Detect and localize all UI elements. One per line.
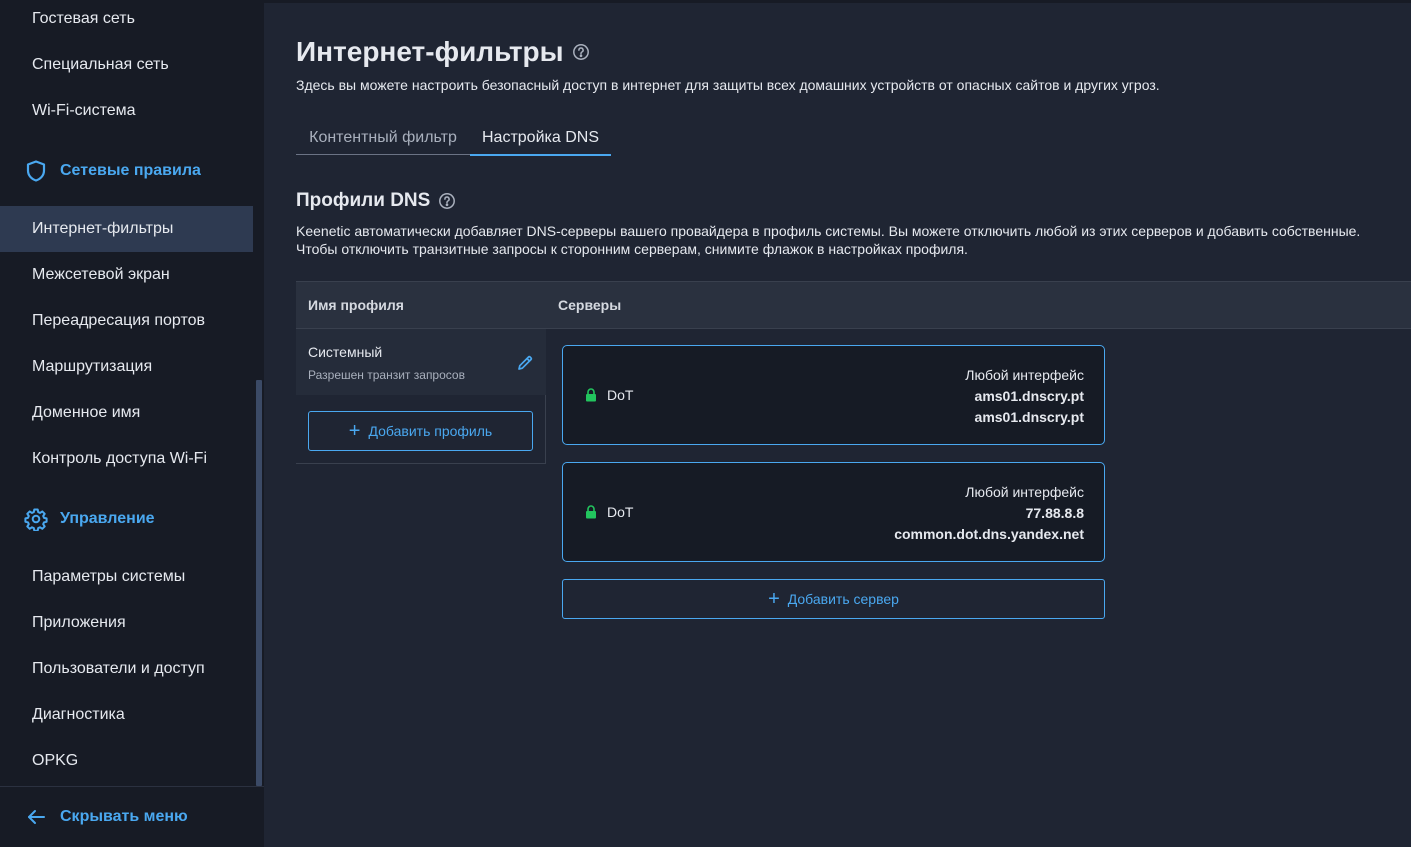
sidebar-item-label: Контроль доступа Wi-Fi [32,450,208,467]
lock-icon [585,505,597,519]
sidebar-item-special-network[interactable]: Специальная сеть [0,42,253,88]
sidebar-item-applications[interactable]: Приложения [0,600,253,646]
sidebar: Гостевая сеть Специальная сеть Wi-Fi-сис… [0,0,264,847]
sidebar-item-diagnostics[interactable]: Диагностика [0,692,253,738]
sidebar-item-wifi-system[interactable]: Wi-Fi-система [0,88,253,134]
help-icon[interactable] [572,43,590,61]
sidebar-item-users-access[interactable]: Пользователи и доступ [0,646,253,692]
dns-table-header: Имя профиля Серверы [296,281,1411,329]
pencil-icon[interactable] [516,354,534,372]
page-description: Здесь вы можете настроить безопасный дос… [296,77,1160,93]
server-name: ams01.dnscry.pt [974,409,1084,425]
top-divider [264,0,1411,3]
sidebar-item-label: Переадресация портов [32,312,205,329]
sidebar-section-label: Сетевые правила [60,162,201,179]
sidebar-item-opkg[interactable]: OPKG [0,738,253,784]
server-protocol: DoT [585,346,633,444]
dns-profiles-title: Профили DNS [296,190,456,212]
sidebar-item-port-forwarding[interactable]: Переадресация портов [0,298,253,344]
sidebar-item-wifi-access-control[interactable]: Контроль доступа Wi-Fi [0,436,253,482]
dns-profiles-title-text: Профили DNS [296,190,431,211]
scrollbar-thumb[interactable] [256,380,262,786]
sidebar-nav: Гостевая сеть Специальная сеть Wi-Fi-сис… [0,0,253,786]
column-header-servers: Серверы [558,297,622,313]
sidebar-item-label: Wi-Fi-система [32,102,136,119]
shield-icon [24,159,48,183]
plus-icon: + [768,588,780,610]
sidebar-item-label: OPKG [32,752,79,769]
lock-icon [585,388,597,402]
description-line: Keenetic автоматически добавляет DNS-сер… [296,223,1361,239]
server-address: ams01.dnscry.pt [974,388,1084,404]
description-line: Чтобы отключить транзитные запросы к сто… [296,241,968,257]
sidebar-item-label: Интернет-фильтры [32,220,174,237]
help-icon[interactable] [438,192,456,210]
dns-profiles-description: Keenetic автоматически добавляет DNS-сер… [296,222,1396,258]
sidebar-item-label: Межсетевой экран [32,266,170,283]
sidebar-item-label: Приложения [32,614,126,631]
sidebar-footer: Скрывать меню [0,786,264,847]
sidebar-item-label: Диагностика [32,706,125,723]
hide-menu-button[interactable]: Скрывать меню [24,801,188,833]
profile-list: Системный Разрешен транзит запросов + До… [296,329,546,464]
sidebar-item-firewall[interactable]: Межсетевой экран [0,252,253,298]
server-protocol: DoT [585,463,633,561]
sidebar-item-routing[interactable]: Маршрутизация [0,344,253,390]
tab-dns-settings[interactable]: Настройка DNS [470,121,611,156]
column-header-profile: Имя профиля [308,297,404,313]
sidebar-item-label: Маршрутизация [32,358,153,375]
dns-server-card[interactable]: DoT Любой интерфейс ams01.dnscry.pt ams0… [562,345,1105,445]
sidebar-item-internet-filters[interactable]: Интернет-фильтры [0,206,253,252]
app-window: Гостевая сеть Специальная сеть Wi-Fi-сис… [0,0,1411,847]
gear-icon [24,507,48,531]
server-protocol-label: DoT [607,387,634,403]
tab-content-filter[interactable]: Контентный фильтр [296,121,470,155]
dns-server-card[interactable]: DoT Любой интерфейс 77.88.8.8 common.dot… [562,462,1105,562]
sidebar-item-system-settings[interactable]: Параметры системы [0,554,253,600]
tab-bar: Контентный фильтр Настройка DNS [296,121,611,156]
server-interface: Любой интерфейс [965,484,1084,500]
add-server-button[interactable]: + Добавить сервер [562,579,1105,619]
server-name: common.dot.dns.yandex.net [894,526,1084,542]
main-content: Интернет-фильтры Здесь вы можете настрои… [264,0,1411,847]
plus-icon: + [348,420,361,442]
sidebar-item-label: Доменное имя [32,404,141,421]
server-interface: Любой интерфейс [965,367,1084,383]
add-server-label: Добавить сервер [787,591,899,607]
profile-subtitle: Разрешен транзит запросов [308,368,465,382]
add-profile-label: Добавить профиль [368,423,493,439]
server-address: 77.88.8.8 [1025,505,1084,521]
server-protocol-label: DoT [607,504,634,520]
sidebar-item-label: Пользователи и доступ [32,660,205,677]
page-title: Интернет-фильтры [296,36,590,68]
sidebar-item-domain-name[interactable]: Доменное имя [0,390,253,436]
page-title-text: Интернет-фильтры [296,36,564,67]
sidebar-item-label: Параметры системы [32,568,186,585]
sidebar-item-label: Специальная сеть [32,56,169,73]
sidebar-item-label: Гостевая сеть [32,10,135,27]
sidebar-section-network-rules[interactable]: Сетевые правила [0,148,253,194]
sidebar-section-management[interactable]: Управление [0,496,253,542]
server-info: Любой интерфейс ams01.dnscry.pt ams01.dn… [965,365,1084,428]
sidebar-item-guest-network[interactable]: Гостевая сеть [0,0,253,42]
hide-menu-label: Скрывать меню [60,808,188,825]
sidebar-section-label: Управление [60,510,155,527]
profile-name: Системный [308,344,383,360]
add-profile-button[interactable]: + Добавить профиль [308,411,533,451]
server-info: Любой интерфейс 77.88.8.8 common.dot.dns… [894,482,1084,545]
sidebar-scrollbar[interactable] [256,0,262,786]
profile-item-system[interactable]: Системный Разрешен транзит запросов [296,329,546,395]
arrow-left-icon [24,805,48,829]
